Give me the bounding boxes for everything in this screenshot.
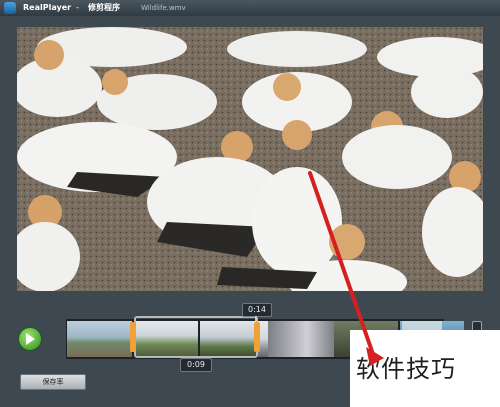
- trim-start-handle[interactable]: [130, 322, 136, 352]
- video-display[interactable]: [17, 27, 483, 291]
- selection-time-marker[interactable]: 0:09: [180, 358, 212, 372]
- title-separator: -: [76, 3, 79, 12]
- watermark-text: 软件技巧: [356, 355, 456, 383]
- current-time-marker[interactable]: 0:14: [242, 303, 272, 317]
- trim-end-handle[interactable]: [254, 322, 260, 352]
- trim-selection[interactable]: [134, 316, 258, 358]
- playhead-line: [255, 316, 257, 321]
- play-button[interactable]: [18, 327, 42, 351]
- save-button[interactable]: 保存率: [20, 374, 86, 390]
- filmstrip-thumb-beach[interactable]: [67, 321, 132, 357]
- app-name: RealPlayer: [23, 3, 72, 12]
- realplayer-logo-icon: [4, 2, 16, 14]
- realplayer-window: RealPlayer - 修剪程序 Wildlife.wmv 0:14 0:09…: [0, 0, 500, 407]
- play-icon: [26, 333, 35, 345]
- video-frame-gannets: [17, 27, 483, 291]
- window-title: 修剪程序: [88, 3, 120, 12]
- title-bar: RealPlayer - 修剪程序 Wildlife.wmv: [0, 0, 500, 16]
- file-name: Wildlife.wmv: [141, 4, 186, 12]
